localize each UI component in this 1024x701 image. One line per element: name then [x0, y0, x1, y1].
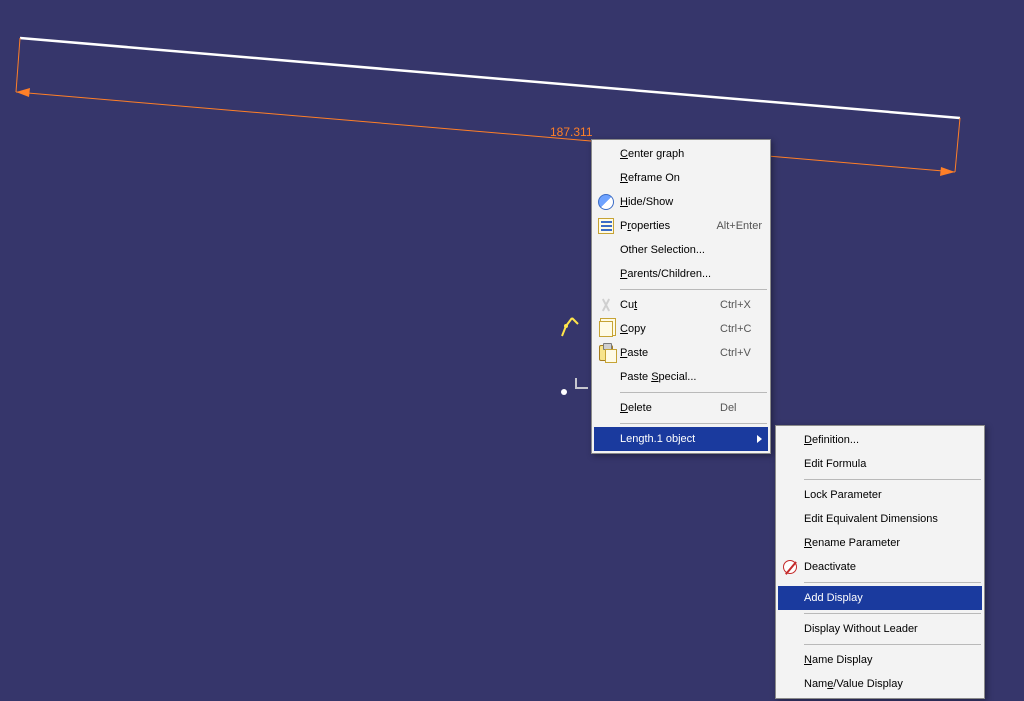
submenu-display-without-leader[interactable]: Display Without Leader — [778, 617, 982, 641]
properties-icon — [596, 216, 616, 236]
shortcut-text: Ctrl+X — [702, 299, 762, 311]
cut-icon — [596, 295, 616, 315]
submenu-add-display[interactable]: Add Display — [778, 586, 982, 610]
shortcut-text: Ctrl+V — [702, 347, 762, 359]
menu-separator — [620, 423, 767, 424]
submenu-definition[interactable]: Definition... — [778, 428, 982, 452]
submenu-edit-formula[interactable]: Edit Formula — [778, 452, 982, 476]
menu-cut[interactable]: Cut Ctrl+X — [594, 293, 768, 317]
blank-icon — [596, 168, 616, 188]
blank-icon — [596, 144, 616, 164]
menu-reframe-on[interactable]: Reframe On — [594, 166, 768, 190]
shortcut-text: Del — [702, 402, 762, 414]
submenu-edit-equivalent-dimensions[interactable]: Edit Equivalent Dimensions — [778, 507, 982, 531]
submenu-arrow-icon — [757, 435, 762, 443]
blank-icon — [780, 509, 800, 529]
menu-delete[interactable]: Delete Del — [594, 396, 768, 420]
submenu-name-display[interactable]: Name Display — [778, 648, 982, 672]
menu-copy[interactable]: Copy Ctrl+C — [594, 317, 768, 341]
blank-icon — [780, 533, 800, 553]
menu-separator — [804, 479, 981, 480]
copy-icon — [596, 319, 616, 339]
menu-parents-children[interactable]: Parents/Children... — [594, 262, 768, 286]
dimension-value[interactable]: 187.311 — [548, 125, 595, 139]
blank-icon — [780, 674, 800, 694]
cad-viewport[interactable]: 187.311 Center graph Reframe On Hide/Sho… — [0, 0, 1024, 701]
blank-icon — [596, 240, 616, 260]
shortcut-text: Ctrl+C — [702, 323, 762, 335]
context-submenu: Definition... Edit Formula Lock Paramete… — [775, 425, 985, 699]
blank-icon — [596, 367, 616, 387]
menu-paste[interactable]: Paste Ctrl+V — [594, 341, 768, 365]
blank-icon — [780, 619, 800, 639]
submenu-name-value-display[interactable]: Name/Value Display — [778, 672, 982, 696]
blank-icon — [780, 650, 800, 670]
blank-icon — [780, 485, 800, 505]
menu-separator — [804, 582, 981, 583]
shortcut-text: Alt+Enter — [698, 220, 762, 232]
menu-paste-special[interactable]: Paste Special... — [594, 365, 768, 389]
blank-icon — [780, 430, 800, 450]
menu-separator — [804, 644, 981, 645]
menu-center-graph[interactable]: Center graph — [594, 142, 768, 166]
deactivate-icon — [780, 557, 800, 577]
context-menu: Center graph Reframe On Hide/Show Proper… — [591, 139, 771, 454]
blank-icon — [596, 429, 616, 449]
blank-icon — [596, 264, 616, 284]
submenu-rename-parameter[interactable]: Rename Parameter — [778, 531, 982, 555]
menu-properties[interactable]: Properties Alt+Enter — [594, 214, 768, 238]
submenu-lock-parameter[interactable]: Lock Parameter — [778, 483, 982, 507]
blank-icon — [780, 588, 800, 608]
hide-show-icon — [596, 192, 616, 212]
menu-separator — [620, 392, 767, 393]
menu-hide-show[interactable]: Hide/Show — [594, 190, 768, 214]
paste-icon — [596, 343, 616, 363]
submenu-deactivate[interactable]: Deactivate — [778, 555, 982, 579]
blank-icon — [780, 454, 800, 474]
blank-icon — [596, 398, 616, 418]
menu-other-selection[interactable]: Other Selection... — [594, 238, 768, 262]
menu-length-object[interactable]: Length.1 object — [594, 427, 768, 451]
menu-separator — [804, 613, 981, 614]
menu-separator — [620, 289, 767, 290]
